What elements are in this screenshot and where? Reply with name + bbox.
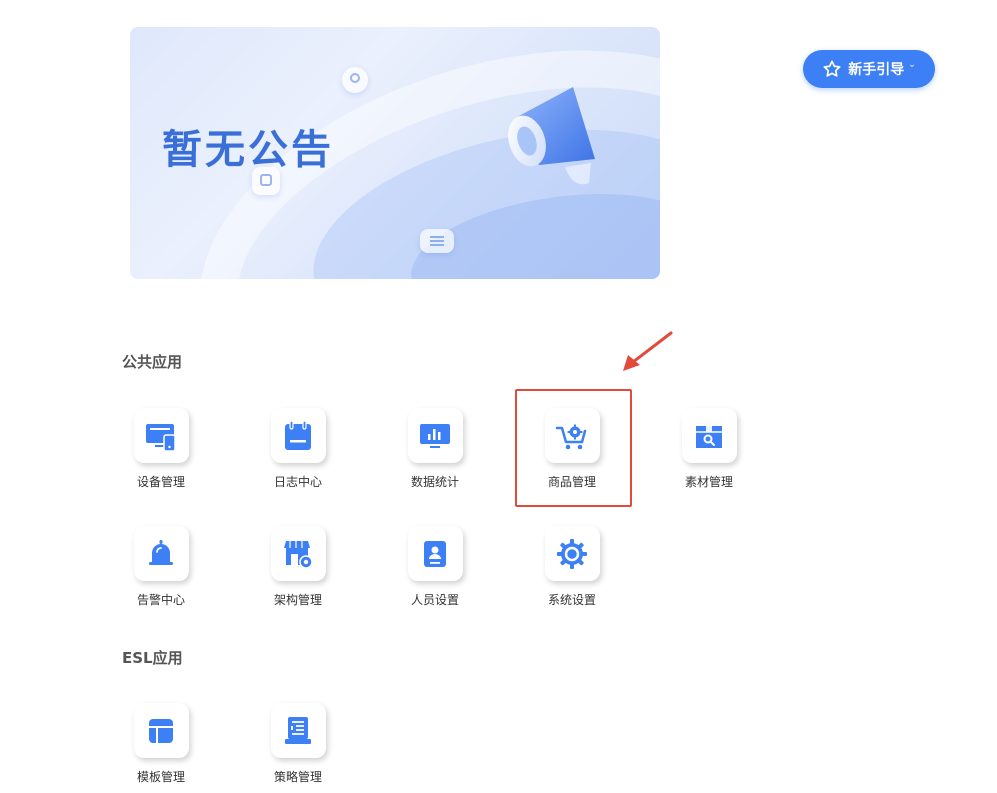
person-card-icon — [407, 526, 463, 581]
material-box-search-icon — [681, 408, 737, 463]
app-label: 模板管理 — [136, 770, 185, 784]
list-chip-icon — [420, 229, 454, 253]
strategy-list-icon — [270, 703, 326, 758]
app-data-statistics[interactable]: 数据统计 — [380, 408, 490, 498]
template-layout-icon — [133, 703, 189, 758]
app-system-settings[interactable]: 系统设置 — [517, 526, 627, 616]
app-architecture-management[interactable]: 架构管理 — [243, 526, 353, 616]
highlight-box-product-management — [515, 389, 632, 507]
announcement-banner: 暂无公告 — [130, 27, 660, 279]
store-settings-icon — [270, 526, 326, 581]
banner-title: 暂无公告 — [162, 127, 334, 173]
alarm-bell-icon — [133, 526, 189, 581]
annotation-arrow-icon — [623, 331, 673, 371]
app-personnel-settings[interactable]: 人员设置 — [380, 526, 490, 616]
app-label: 架构管理 — [273, 593, 322, 607]
app-alarm-center[interactable]: 告警中心 — [106, 526, 216, 616]
star-icon — [823, 60, 841, 77]
app-log-center[interactable]: 日志中心 — [243, 408, 353, 498]
chevron-down-icon: ⌄ — [908, 60, 916, 70]
app-label: 告警中心 — [136, 593, 185, 607]
section-title-public-apps: 公共应用 — [122, 353, 183, 371]
calendar-log-icon — [270, 408, 326, 463]
device-monitor-icon — [133, 408, 189, 463]
app-label: 素材管理 — [684, 475, 733, 489]
app-label: 数据统计 — [410, 475, 459, 489]
megaphone-icon — [508, 87, 595, 185]
app-template-management[interactable]: 模板管理 — [106, 703, 216, 793]
beginner-guide-button[interactable]: 新手引导 ⌄ — [803, 50, 935, 88]
app-label: 策略管理 — [273, 770, 322, 784]
app-label: 人员设置 — [410, 593, 459, 607]
app-label: 日志中心 — [273, 475, 322, 489]
app-material-management[interactable]: 素材管理 — [654, 408, 764, 498]
app-strategy-management[interactable]: 策略管理 — [243, 703, 353, 793]
gear-icon — [544, 526, 600, 581]
app-label: 系统设置 — [547, 593, 596, 607]
beginner-guide-label: 新手引导 — [848, 62, 905, 78]
badge-chip-icon — [342, 67, 368, 93]
app-device-management[interactable]: 设备管理 — [106, 408, 216, 498]
statistics-chart-icon — [407, 408, 463, 463]
section-title-esl-apps: ESL应用 — [122, 649, 183, 667]
app-label: 设备管理 — [136, 475, 185, 489]
